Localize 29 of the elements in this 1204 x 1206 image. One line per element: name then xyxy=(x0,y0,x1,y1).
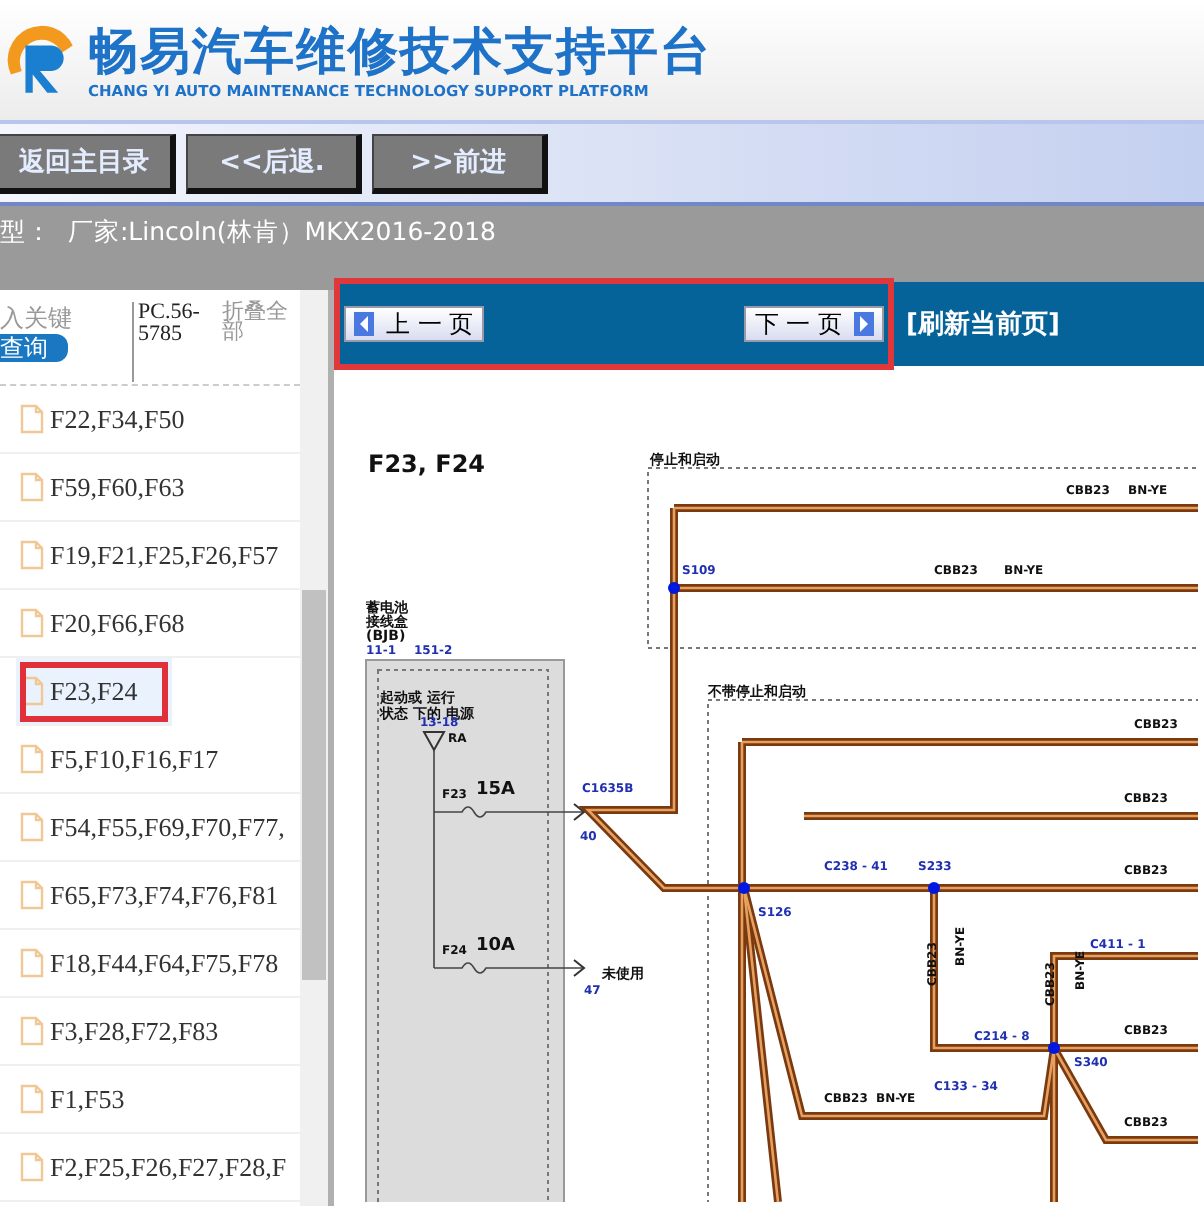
site-title: 畅易汽车维修技术支持平台 xyxy=(88,21,712,81)
left-arrow-icon xyxy=(354,312,374,336)
refresh-link[interactable]: [刷新当前页] xyxy=(906,306,1060,342)
document-icon xyxy=(20,676,44,706)
code-label: PC.56-5785 xyxy=(132,302,214,382)
document-icon xyxy=(20,744,44,774)
right-arrow-icon xyxy=(854,312,874,336)
document-icon xyxy=(20,404,44,434)
next-page-button[interactable]: 下 一 页 xyxy=(744,306,884,342)
sidebar-item[interactable]: F23,F24 xyxy=(16,658,172,726)
document-icon xyxy=(20,1084,44,1114)
vehicle-info: 型： 厂家:Lincoln(林肯）MKX2016-2018 xyxy=(0,216,496,246)
document-icon xyxy=(20,540,44,570)
document-icon xyxy=(20,948,44,978)
document-icon xyxy=(20,1152,44,1182)
diagram-title: F23, F24 xyxy=(368,450,486,478)
scrollbar[interactable] xyxy=(300,290,328,1206)
document-icon xyxy=(20,1016,44,1046)
nav-button[interactable]: <<后退. xyxy=(186,133,362,193)
search-button[interactable]: 查询 xyxy=(0,334,68,362)
previous-page-button[interactable]: 上 一 页 xyxy=(344,306,484,342)
diagram-label: 15A xyxy=(476,782,515,800)
document-icon xyxy=(20,880,44,910)
nav-button[interactable]: >>前进 xyxy=(372,133,548,193)
document-icon xyxy=(20,812,44,842)
nav-button[interactable]: 返回主目录 xyxy=(0,133,176,193)
document-icon xyxy=(20,608,44,638)
diagram-label: 10A xyxy=(476,938,515,956)
document-icon xyxy=(20,472,44,502)
